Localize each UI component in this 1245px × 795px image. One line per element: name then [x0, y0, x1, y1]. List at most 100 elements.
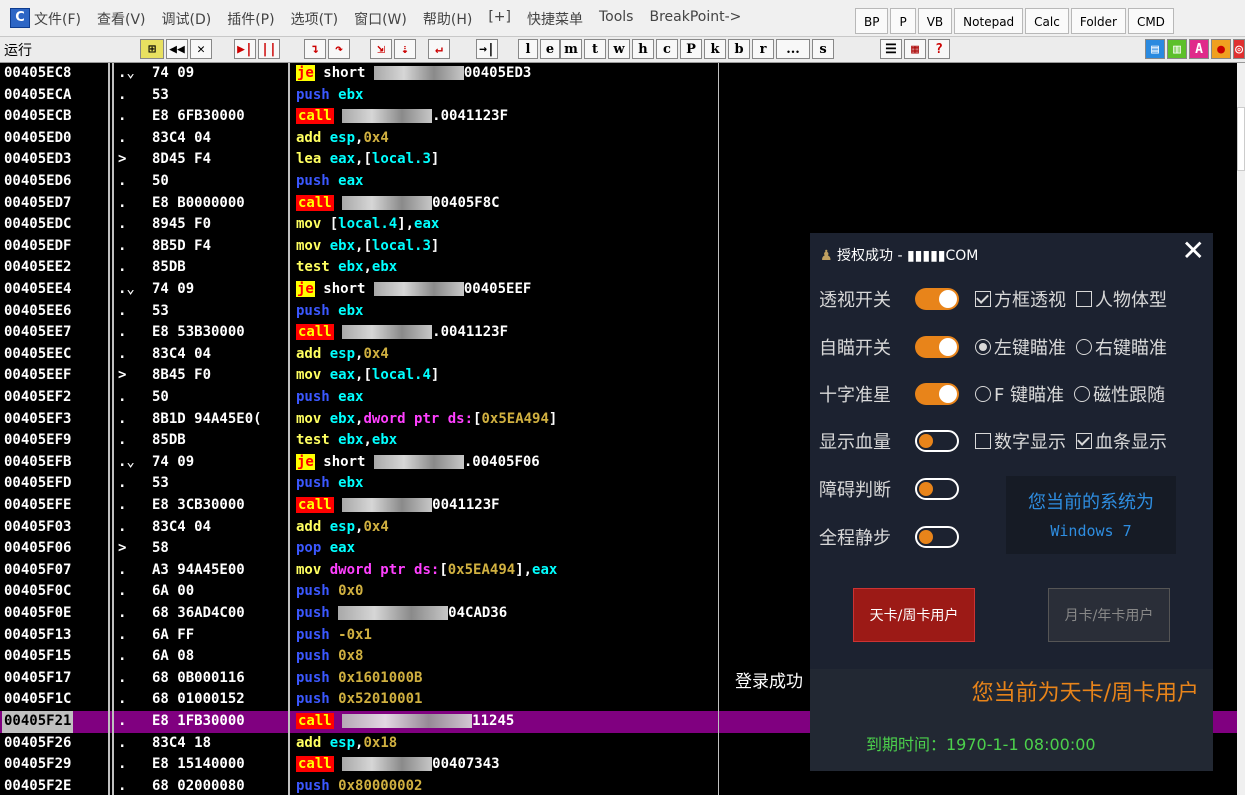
option-radio[interactable]: 右键瞄准 [1076, 334, 1167, 360]
help-icon[interactable]: ? [928, 39, 950, 59]
plugin-record-icon[interactable]: ● [1211, 39, 1231, 59]
feature-toggle[interactable] [915, 383, 959, 405]
tool-button[interactable]: Notepad [954, 8, 1024, 34]
option-checkbox[interactable]: 人物体型 [1076, 286, 1167, 312]
hex-bytes: 74 09 [152, 281, 195, 297]
scrollbar-thumb[interactable] [1237, 107, 1245, 171]
pause-icon[interactable]: || [258, 39, 280, 59]
close-icon[interactable]: ✕ [1182, 237, 1205, 265]
disasm-row[interactable]: 00405EC8 .⌄ 74 09 je short 00405ED3 [0, 63, 1237, 85]
address: 00405ED3 [4, 151, 72, 168]
jump-marker: . [118, 86, 127, 103]
disasm-row[interactable]: 00405ED7. E8 B0000000 call 00405F8C [0, 193, 1237, 215]
grid-icon[interactable]: ▦ [904, 39, 926, 59]
menu-item[interactable]: 快捷菜单 [527, 9, 583, 29]
menu-item[interactable]: 文件(F) [34, 9, 81, 29]
trace-into-icon[interactable]: ⇲ [370, 39, 392, 59]
jump-marker: . [118, 302, 127, 319]
menu-item[interactable]: 选项(T) [291, 9, 338, 29]
operands: 0x8 [338, 648, 364, 665]
trace-over-icon[interactable]: ⇣ [394, 39, 416, 59]
menu-item[interactable]: Tools [599, 9, 634, 29]
step-over-icon[interactable]: ↷ [328, 39, 350, 59]
tool-button[interactable]: Calc [1025, 8, 1069, 34]
option-radio[interactable]: 左键瞄准 [975, 334, 1066, 360]
opcode: call [296, 324, 334, 341]
plugin-a-icon[interactable]: A [1189, 39, 1209, 59]
window-shortcut-button[interactable]: ... [776, 39, 810, 59]
disasm-row[interactable]: 00405ED3 >8D45 F4 lea eax,[local.3] [0, 149, 1237, 171]
window-shortcut-button[interactable]: k [704, 39, 726, 59]
window-shortcut-button[interactable]: h [632, 39, 654, 59]
option-checkbox[interactable]: 数字显示 [975, 428, 1066, 454]
tool-button[interactable]: BP [855, 8, 889, 34]
day-week-card-button[interactable]: 天卡/周卡用户 [853, 588, 975, 642]
instruction: push eax [296, 171, 363, 193]
window-shortcut-button[interactable]: t [584, 39, 606, 59]
vertical-scrollbar[interactable] [1237, 63, 1245, 795]
window-shortcut-button[interactable]: s [812, 39, 834, 59]
window-shortcut-button[interactable]: r [752, 39, 774, 59]
checkbox-icon [975, 291, 991, 307]
disasm-row[interactable]: 00405F2E. 68 02000080 push 0x80000002 [0, 776, 1237, 795]
window-shortcut-button[interactable]: e [540, 39, 560, 59]
open-file-icon[interactable]: ⊞ [140, 39, 164, 59]
user-status-strip: 您当前为天卡/周卡用户 到期时间：1970-1-1 08:00:00 [810, 669, 1213, 771]
option-label: 数字显示 [994, 432, 1066, 453]
window-shortcut-button[interactable]: P [680, 39, 702, 59]
feature-toggle[interactable] [915, 336, 959, 358]
menu-item[interactable]: 窗口(W) [354, 9, 407, 29]
option-radio[interactable]: 磁性跟随 [1074, 381, 1165, 407]
option-checkbox[interactable]: 血条显示 [1076, 428, 1167, 454]
menu-item[interactable]: [+] [488, 9, 511, 29]
expiry-time: 到期时间：1970-1-1 08:00:00 [866, 735, 1096, 754]
hex-bytes: 83C4 04 [152, 345, 212, 362]
tool-button[interactable]: Folder [1070, 8, 1126, 34]
plugin-blue-icon[interactable]: ▤ [1145, 39, 1165, 59]
option-checkbox[interactable]: 方框透视 [975, 286, 1066, 312]
close-debug-icon[interactable]: ✕ [190, 39, 212, 59]
opcode: lea [296, 151, 322, 168]
disasm-row[interactable]: 00405ED6. 50 push eax [0, 171, 1237, 193]
disasm-row[interactable]: 00405ECA. 53 push ebx [0, 85, 1237, 107]
plugin-green-icon[interactable]: ▥ [1167, 39, 1187, 59]
address: 00405EF2 [4, 389, 72, 405]
menu-item[interactable]: 帮助(H) [423, 9, 472, 29]
operands: esp,0x18 [329, 734, 398, 751]
address: 00405EDF [4, 237, 72, 254]
menu-item[interactable]: 查看(V) [97, 9, 146, 29]
opcode: call [296, 713, 334, 729]
window-shortcut-button[interactable]: c [656, 39, 678, 59]
tool-button[interactable]: VB [917, 8, 953, 34]
feature-toggle[interactable] [915, 430, 959, 452]
goto-icon[interactable]: →| [476, 39, 498, 59]
list-icon[interactable]: ☰ [880, 39, 902, 59]
hex-bytes: 83C4 04 [152, 129, 212, 146]
operands: 0x52010001 [338, 691, 423, 708]
menu-item[interactable]: BreakPoint-> [649, 9, 741, 29]
restart-icon[interactable]: ◀◀ [166, 39, 188, 59]
execute-till-return-icon[interactable]: ↵ [428, 39, 450, 59]
menu-item[interactable]: 插件(P) [227, 9, 274, 29]
plugin-target-icon[interactable]: ◎ [1233, 39, 1245, 59]
feature-toggle[interactable] [915, 288, 959, 310]
window-shortcut-button[interactable]: l [518, 39, 538, 59]
run-icon[interactable]: ▶| [234, 39, 256, 59]
step-into-icon[interactable]: ↴ [304, 39, 326, 59]
feature-toggle[interactable] [915, 526, 959, 548]
address: 00405F0E [4, 605, 72, 621]
window-shortcut-button[interactable]: m [560, 39, 582, 59]
menu-item[interactable]: 调试(D) [162, 9, 212, 29]
operands: ebx [338, 475, 364, 492]
disasm-row[interactable]: 00405ED0. 83C4 04 add esp,0x4 [0, 128, 1237, 150]
feature-toggle[interactable] [915, 478, 959, 500]
target-address: 00407343 [432, 756, 500, 773]
month-year-card-button[interactable]: 月卡/年卡用户 [1048, 588, 1170, 642]
tool-button[interactable]: CMD [1127, 8, 1174, 34]
disasm-row[interactable]: 00405ECB. E8 6FB30000 call .0041123F [0, 106, 1237, 128]
window-shortcut-button[interactable]: b [728, 39, 750, 59]
window-shortcut-button[interactable]: w [608, 39, 630, 59]
option-radio[interactable]: F 键瞄准 [975, 381, 1064, 407]
operands: ebx [338, 302, 364, 319]
tool-button[interactable]: P [890, 8, 916, 34]
